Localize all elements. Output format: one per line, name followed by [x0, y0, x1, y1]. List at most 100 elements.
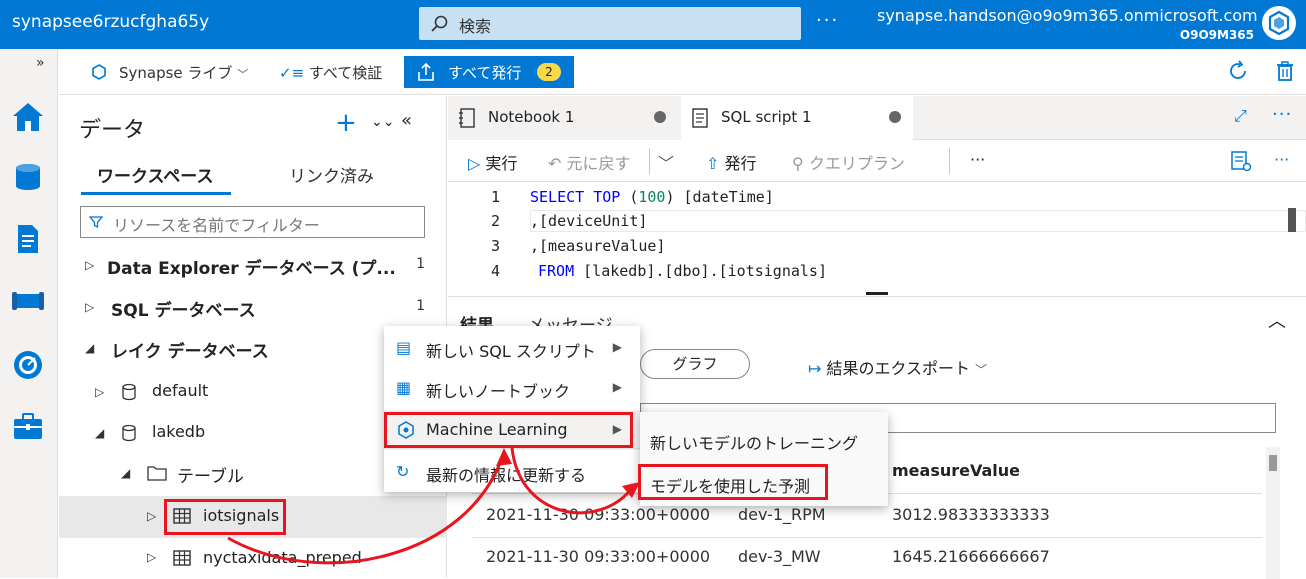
collapse-panel-icon[interactable]: «: [401, 110, 412, 131]
chevron-down-icon: ﹀: [975, 363, 988, 377]
column-header-measurevalue[interactable]: measureValue: [892, 461, 1020, 480]
chevron-down-icon: ◢: [85, 341, 95, 355]
more-options-button[interactable]: ···: [816, 10, 839, 31]
sql-keyword: FROM: [538, 262, 575, 280]
sql-keyword: TOP: [593, 188, 621, 206]
code-line-3: ,[measureValue]: [530, 237, 665, 255]
tree-item-count: 1: [416, 256, 425, 272]
undo-button[interactable]: ↶ 元に戻す: [548, 150, 631, 174]
tab-notebook-1[interactable]: Notebook 1: [448, 96, 680, 140]
run-button[interactable]: ▷ 実行: [468, 150, 517, 174]
user-org: O9O9M365: [1179, 28, 1254, 42]
results-scrollbar[interactable]: [1266, 447, 1280, 579]
chevron-right-icon: ▷: [147, 550, 157, 564]
tree-item-count: 1: [416, 298, 425, 314]
manage-icon[interactable]: [10, 409, 46, 445]
chevron-down-icon: ﹀: [237, 68, 249, 81]
notebook-icon: ▦: [396, 378, 412, 397]
cell-deviceunit: dev-3_MW: [738, 547, 821, 566]
query-plan-button[interactable]: ⚲ クエリプラン: [792, 150, 905, 174]
unsaved-dot-icon[interactable]: [889, 111, 901, 123]
tree-item-label: レイク データベース: [111, 342, 269, 362]
tree-item-nyctaxidata[interactable]: ▷ nyctaxidata_preped: [59, 538, 447, 578]
discard-icon[interactable]: [1273, 59, 1297, 83]
menu-item-new-notebook[interactable]: ▦ 新しいノートブック ▶: [384, 368, 640, 408]
properties-icon[interactable]: [1230, 150, 1252, 172]
synapse-live-dropdown[interactable]: Synapse ライブ ﹀: [119, 62, 248, 83]
add-resource-button[interactable]: +: [335, 108, 357, 138]
sql-script-icon: [692, 108, 708, 128]
data-icon[interactable]: [10, 159, 46, 195]
search-box[interactable]: 検索: [419, 7, 801, 40]
avatar[interactable]: [1262, 6, 1296, 40]
filter-icon: [89, 216, 103, 229]
expand-rail-button[interactable]: »: [36, 55, 45, 71]
develop-icon[interactable]: [10, 221, 46, 257]
tab-sql-script-1[interactable]: SQL script 1: [681, 96, 913, 140]
menu-item-new-sql-script[interactable]: ▤ 新しい SQL スクリプト ▶: [384, 328, 640, 368]
publish-button[interactable]: ⇧ 発行: [706, 150, 757, 174]
integrate-icon[interactable]: [10, 283, 46, 319]
validate-all-button[interactable]: ✓≡ すべて検証: [279, 62, 382, 83]
sql-paren: (: [620, 188, 639, 206]
context-menu: ▤ 新しい SQL スクリプト ▶ ▦ 新しいノートブック ▶ Machine …: [384, 326, 640, 492]
scrollbar-thumb[interactable]: [1269, 455, 1277, 471]
tree-item-data-explorer[interactable]: ▷ Data Explorer データベース (プ... 1: [59, 246, 447, 286]
code-line-2: ,[deviceUnit]: [530, 212, 648, 230]
cell-datetime: 2021-11-30 09:33:00+0000: [486, 505, 711, 524]
chevron-right-icon: ▷: [85, 300, 95, 314]
publish-all-button[interactable]: すべて発行 2: [404, 56, 574, 88]
highlight-box-predict: [638, 464, 828, 500]
code-scrollbar[interactable]: [1288, 208, 1296, 232]
table-icon: [173, 550, 191, 566]
tabs-more-button[interactable]: ···: [1272, 104, 1292, 125]
synapse-live-label: Synapse ライブ: [119, 64, 233, 82]
sql-more-button[interactable]: ···: [970, 150, 985, 169]
expand-all-icon[interactable]: ⌄⌄: [371, 114, 394, 130]
undo-dropdown-icon[interactable]: ﹀: [658, 150, 674, 174]
monitor-icon[interactable]: [10, 347, 46, 383]
tree-item-sql-database[interactable]: ▷ SQL データベース 1: [59, 288, 447, 328]
home-icon[interactable]: [10, 99, 46, 135]
splitter-handle[interactable]: [866, 292, 888, 295]
filter-placeholder: リソースを名前でフィルター: [113, 216, 320, 235]
tree-item-label: nyctaxidata_preped: [203, 548, 362, 567]
publish-count-badge: 2: [537, 63, 561, 81]
publish-icon: [418, 62, 434, 81]
unsaved-dot-icon[interactable]: [654, 111, 666, 123]
line-number: 3: [490, 237, 500, 255]
tree-item-label: Data Explorer データベース (プ...: [107, 259, 396, 279]
menu-item-refresh[interactable]: ↻ 最新の情報に更新する: [384, 452, 640, 492]
refresh-icon[interactable]: [1226, 59, 1250, 83]
chart-view-button[interactable]: グラフ: [640, 349, 750, 379]
sql-number: 100: [638, 188, 666, 206]
maximize-icon[interactable]: ⤢: [1234, 106, 1247, 126]
data-panel-title: データ: [79, 118, 146, 143]
search-icon: [431, 15, 448, 32]
sql-code-editor[interactable]: 1 2 3 4 SELECT TOP (100) [dateTime] ,[de…: [448, 182, 1306, 295]
chevron-down-icon: ◢: [121, 466, 131, 480]
cell-measurevalue: 3012.98333333333: [892, 505, 1050, 524]
tab-label: SQL script 1: [721, 108, 812, 126]
database-icon: [122, 424, 136, 442]
tree-item-label: テーブル: [177, 467, 244, 487]
highlight-box-machine-learning: [384, 412, 633, 448]
resource-filter-input[interactable]: リソースを名前でフィルター: [80, 206, 425, 238]
sql-text: ) [dateTime]: [665, 188, 774, 206]
tree-item-label: default: [152, 381, 209, 400]
submenu-arrow-icon: ▶: [612, 340, 622, 354]
tab-workspace[interactable]: ワークスペース: [97, 162, 213, 187]
workspace-name[interactable]: synapsee6rzucfgha65y: [12, 12, 209, 32]
collapse-results-icon[interactable]: ︿: [1268, 307, 1286, 333]
table-row[interactable]: 2021-11-30 09:33:00+0000 dev-3_MW 1645.2…: [472, 539, 1262, 579]
toolbar-divider: [649, 148, 650, 174]
tab-linked[interactable]: リンク済み: [289, 162, 374, 187]
cell-datetime: 2021-11-30 09:33:00+0000: [486, 547, 711, 566]
export-results-dropdown[interactable]: ↦ 結果のエクスポート ﹀: [808, 355, 987, 379]
editor-tab-bar: Notebook 1 SQL script 1 ⤢ ···: [448, 96, 1306, 140]
editor-more-button[interactable]: ···: [1274, 150, 1289, 169]
refresh-icon: ↻: [396, 462, 410, 481]
chevron-right-icon: ▷: [147, 509, 157, 523]
user-email[interactable]: synapse.handson@o9o9m365.onmicrosoft.com: [877, 6, 1258, 25]
menu-item-train-new-model[interactable]: 新しいモデルのトレーニング: [650, 430, 858, 454]
